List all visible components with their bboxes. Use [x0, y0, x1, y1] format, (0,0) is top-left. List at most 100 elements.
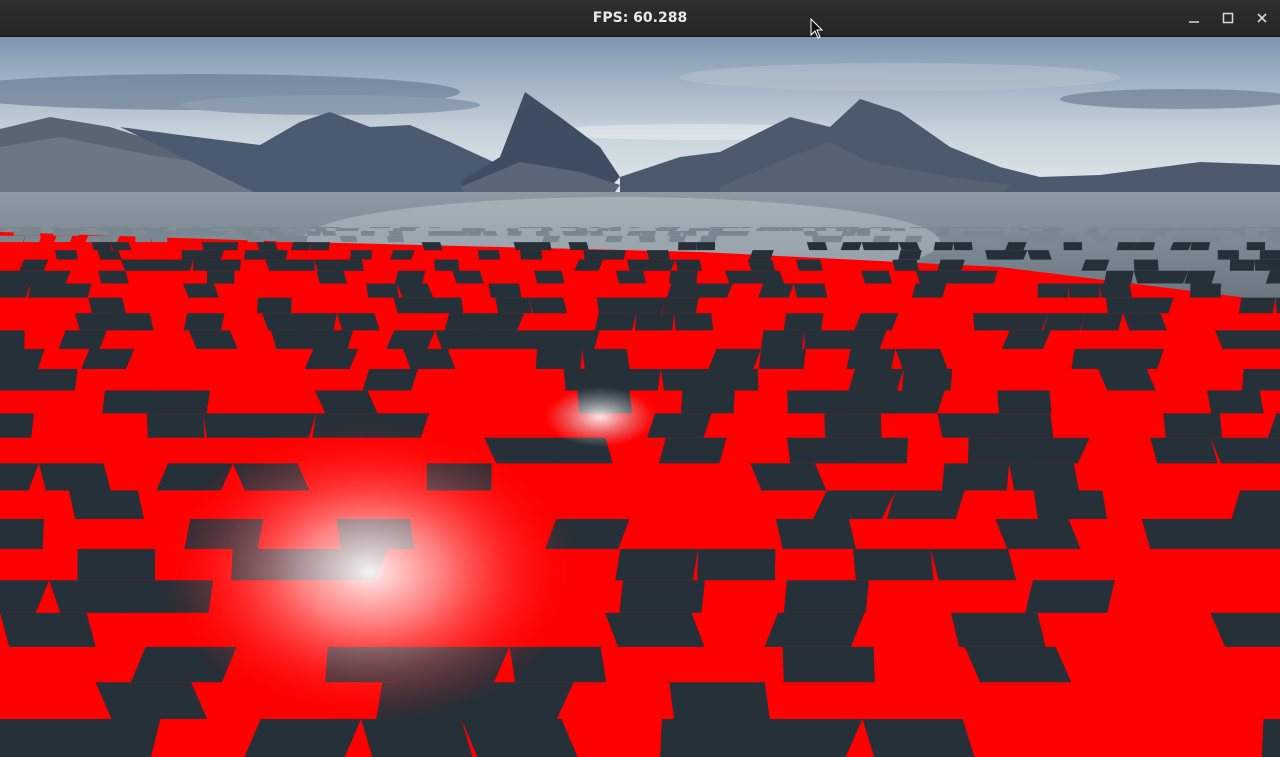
water-tile [428, 231, 443, 236]
water-tile [495, 297, 533, 314]
water-tile [963, 231, 979, 236]
render-viewport[interactable] [0, 37, 1280, 757]
water-tile [296, 313, 337, 331]
water-tile [290, 242, 312, 251]
water-tile [1044, 231, 1060, 236]
minimize-button[interactable] [1183, 8, 1205, 28]
water-tile [1231, 231, 1247, 236]
water-tile [583, 250, 606, 260]
water-tile [29, 228, 43, 232]
water-tile [688, 228, 701, 232]
water-tile [388, 231, 404, 236]
water-tile [75, 228, 89, 232]
water-tile [421, 242, 443, 251]
minimize-icon [1189, 21, 1199, 23]
water-tile [535, 231, 550, 236]
water-tile [408, 227, 420, 229]
water-tile [346, 228, 360, 232]
water-tile [862, 718, 975, 757]
water-tile [979, 227, 990, 229]
water-tile [28, 283, 62, 298]
water-tile [1212, 228, 1224, 232]
water-tile [1151, 231, 1167, 236]
water-tile [85, 235, 104, 243]
water-tile [942, 463, 1010, 491]
maximize-button[interactable] [1217, 8, 1239, 28]
scene-canvas[interactable] [0, 37, 1280, 757]
water-tile [573, 231, 589, 236]
water-tile [861, 242, 883, 251]
water-tile [788, 227, 800, 229]
water-tile [513, 242, 535, 251]
water-tile [605, 612, 705, 647]
water-tile [569, 227, 580, 229]
water-tile [0, 283, 31, 298]
water-tile [990, 227, 1002, 229]
water-tile [91, 242, 112, 251]
water-tile [696, 242, 716, 251]
water-tile [628, 227, 640, 229]
water-tile [1041, 228, 1054, 232]
water-tile [745, 718, 863, 757]
water-tile [709, 369, 759, 391]
water-tile [838, 330, 887, 349]
water-tile [1009, 463, 1079, 491]
water-tile [1270, 231, 1280, 236]
title-bar[interactable]: FPS: 60.288 [0, 0, 1280, 37]
water-tile [188, 227, 200, 229]
close-button[interactable] [1251, 8, 1273, 28]
water-tile [937, 413, 999, 438]
water-tile [183, 313, 225, 331]
water-tile [699, 235, 718, 243]
water-tile [995, 519, 1081, 549]
water-tile [0, 348, 45, 370]
water-tile [909, 227, 920, 229]
water-tile [752, 270, 785, 284]
water-tile [1258, 231, 1272, 236]
water-tile [892, 259, 919, 271]
water-tile [360, 718, 473, 757]
water-tile [79, 227, 90, 229]
water-tile [951, 612, 1046, 647]
water-tile [38, 270, 71, 284]
water-tile [157, 231, 175, 236]
water-tile [0, 413, 34, 438]
water-tile [1176, 228, 1190, 232]
water-tile [396, 283, 434, 298]
water-tile [668, 235, 687, 243]
water-tile [1179, 227, 1190, 229]
water-tile [1160, 227, 1172, 229]
water-tile [795, 259, 824, 271]
water-tile [54, 250, 78, 260]
water-tile [568, 242, 589, 251]
water-tile [452, 231, 469, 236]
water-tile [793, 283, 828, 298]
water-tile [306, 330, 354, 349]
water-tile [937, 228, 951, 232]
water-tile [183, 283, 220, 298]
water-tile [902, 369, 953, 391]
water-tile [250, 227, 262, 229]
water-tile [211, 231, 228, 236]
water-tile [775, 519, 856, 549]
water-tile [1166, 228, 1179, 232]
water-tile [239, 227, 250, 229]
water-tile [848, 227, 860, 229]
water-tile [108, 227, 120, 229]
water-tile [783, 313, 824, 331]
water-tile [267, 228, 280, 232]
water-tile [1109, 228, 1122, 232]
water-tile [184, 231, 201, 236]
water-tile [1047, 235, 1065, 243]
water-tile [999, 235, 1017, 243]
water-tile [575, 228, 588, 232]
water-tile [74, 313, 118, 331]
water-tile [1098, 283, 1132, 298]
water-tile [1163, 413, 1223, 438]
water-tile [219, 227, 230, 229]
water-tile [779, 228, 792, 232]
water-tile [758, 348, 806, 370]
water-tile [720, 231, 737, 236]
water-tile [1190, 283, 1221, 298]
water-tile [444, 313, 487, 331]
